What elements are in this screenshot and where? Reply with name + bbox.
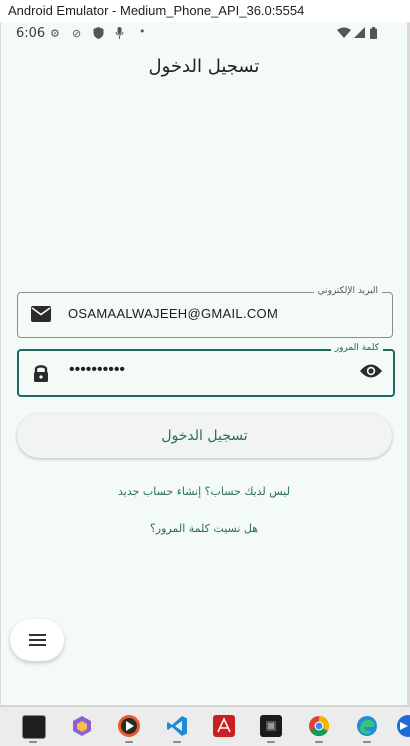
vscode-running-indicator bbox=[173, 741, 181, 743]
password-field[interactable]: كلمة المرور •••••••••• bbox=[17, 342, 395, 397]
settings-icon: ⚙ bbox=[50, 27, 60, 40]
arrow-app-icon[interactable] bbox=[397, 715, 410, 737]
register-link[interactable]: ليس لديك حساب؟ إنشاء حساب جديد bbox=[1, 485, 407, 498]
hexagon-app-icon[interactable] bbox=[71, 715, 93, 737]
email-value[interactable]: OSAMAALWAJEEH@GMAIL.COM bbox=[68, 306, 278, 321]
terminal-running-indicator bbox=[29, 741, 37, 743]
notification-dot-icon: • bbox=[139, 25, 146, 38]
window-titlebar: Android Emulator - Medium_Phone_API_36.0… bbox=[0, 0, 410, 23]
terminal-icon[interactable] bbox=[22, 715, 46, 739]
visibility-toggle-icon[interactable] bbox=[359, 362, 383, 384]
email-label: البريد الإلكتروني bbox=[313, 285, 382, 297]
edge-running-indicator bbox=[363, 741, 371, 743]
page-title: تسجيل الدخول bbox=[148, 56, 260, 77]
login-button[interactable]: تسجيل الدخول bbox=[17, 414, 392, 458]
wifi-icon bbox=[337, 27, 351, 41]
signal-icon bbox=[354, 27, 365, 41]
email-field[interactable]: البريد الإلكتروني OSAMAALWAJEEH@GMAIL.CO… bbox=[17, 285, 393, 338]
status-bar: 6:06 ⚙ ⊘ • bbox=[1, 22, 407, 46]
taskbar bbox=[0, 706, 410, 746]
mic-icon bbox=[115, 27, 124, 42]
email-icon bbox=[30, 305, 52, 327]
password-value[interactable]: •••••••••• bbox=[69, 361, 125, 379]
battery-icon bbox=[370, 27, 377, 42]
pdf-reader-icon[interactable] bbox=[213, 715, 235, 737]
menu-fab-button[interactable] bbox=[10, 619, 64, 661]
chip-app-icon[interactable] bbox=[260, 715, 282, 737]
chrome-icon[interactable] bbox=[308, 715, 330, 737]
chip-app-running-indicator bbox=[267, 741, 275, 743]
blocked-icon: ⊘ bbox=[72, 27, 82, 40]
password-label: كلمة المرور bbox=[330, 342, 383, 354]
media-player-icon[interactable] bbox=[118, 715, 140, 737]
window-title: Android Emulator - Medium_Phone_API_36.0… bbox=[8, 3, 305, 18]
shield-icon bbox=[93, 27, 104, 42]
lock-icon bbox=[31, 363, 51, 387]
status-time: 6:06 bbox=[16, 26, 46, 41]
vscode-icon[interactable] bbox=[166, 715, 188, 737]
edge-icon[interactable] bbox=[356, 715, 378, 737]
chrome-running-indicator bbox=[315, 741, 323, 743]
media-player-running-indicator bbox=[125, 741, 133, 743]
phone-screen: 6:06 ⚙ ⊘ • تسجيل الدخول البريد الإلكترون… bbox=[1, 22, 407, 705]
forgot-password-link[interactable]: هل نسيت كلمة المرور؟ bbox=[1, 522, 407, 535]
